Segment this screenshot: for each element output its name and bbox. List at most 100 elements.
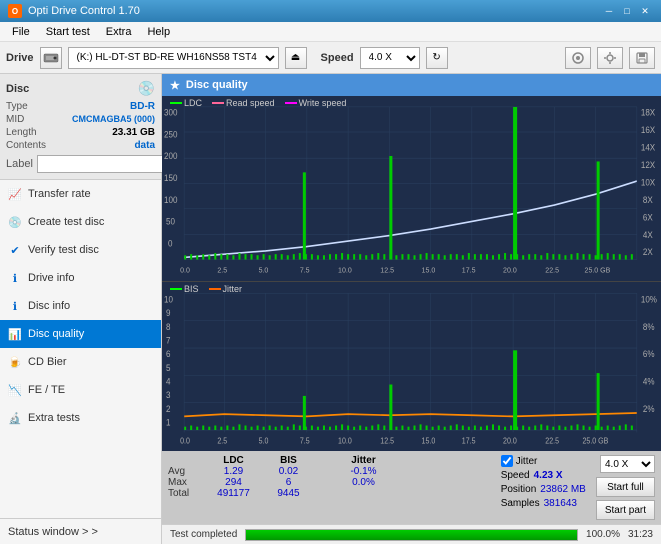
svg-text:2X: 2X [643, 247, 653, 257]
disc-type-row: Type BD-R [6, 101, 155, 112]
svg-text:150: 150 [164, 173, 178, 183]
disc-contents-value: data [134, 140, 155, 151]
sidebar-item-verify-test-disc[interactable]: ✔ Verify test disc [0, 236, 161, 264]
svg-text:7.5: 7.5 [300, 265, 310, 274]
svg-text:7.5: 7.5 [300, 437, 310, 447]
svg-text:4X: 4X [643, 229, 653, 239]
drive-label: Drive [6, 52, 34, 64]
speed-value: 4.23 X [534, 470, 563, 481]
menu-bar: File Start test Extra Help [0, 22, 661, 42]
svg-text:16X: 16X [641, 125, 656, 135]
position-value: 23862 MB [540, 484, 586, 495]
sidebar-item-disc-quality[interactable]: 📊 Disc quality [0, 320, 161, 348]
status-window-button[interactable]: Status window > > [0, 518, 161, 544]
drive-icon [40, 47, 62, 69]
sidebar-item-cd-bier[interactable]: 🍺 CD Bier [0, 348, 161, 376]
sidebar-item-disc-info[interactable]: ℹ Disc info [0, 292, 161, 320]
start-part-button[interactable]: Start part [596, 500, 655, 520]
verify-test-disc-label: Verify test disc [28, 244, 99, 256]
stats-max-row: Max 294 6 0.0% [168, 477, 391, 488]
sidebar: Disc 💿 Type BD-R MID CMCMAGBA5 (000) Len… [0, 74, 162, 544]
sidebar-item-fe-te[interactable]: 📉 FE / TE [0, 376, 161, 404]
title-bar-left: O Opti Drive Control 1.70 [8, 4, 140, 18]
svg-text:2.5: 2.5 [217, 265, 227, 274]
maximize-button[interactable]: □ [619, 4, 635, 18]
transfer-rate-label: Transfer rate [28, 188, 91, 200]
progress-bar-container [245, 529, 578, 541]
speed-label: Speed [501, 470, 530, 481]
svg-text:50: 50 [166, 216, 175, 226]
svg-text:8%: 8% [643, 322, 655, 333]
menu-extra[interactable]: Extra [98, 24, 140, 40]
sidebar-item-transfer-rate[interactable]: 📈 Transfer rate [0, 180, 161, 208]
stats-header-row: LDC BIS Jitter [168, 455, 391, 466]
svg-text:200: 200 [164, 151, 178, 161]
menu-start-test[interactable]: Start test [38, 24, 98, 40]
drive-info-icon: ℹ [8, 271, 22, 285]
fe-te-label: FE / TE [28, 384, 65, 396]
chart2: BIS Jitter 10 9 8 7 6 5 4 3 2 [162, 282, 661, 451]
jitter-checkbox[interactable] [501, 455, 513, 467]
svg-text:2: 2 [166, 404, 171, 415]
chart2-svg: 10 9 8 7 6 5 4 3 2 1 10% 8% 6% 4% 2% [162, 282, 661, 451]
disc-length-row: Length 23.31 GB [6, 127, 155, 138]
chart1-legend: LDC Read speed Write speed [170, 98, 346, 108]
stats-center: Jitter Speed 4.23 X Position 23862 MB Sa… [495, 455, 592, 520]
eject-button[interactable]: ⏏ [285, 47, 307, 69]
menu-help[interactable]: Help [139, 24, 178, 40]
svg-text:8: 8 [166, 322, 171, 333]
svg-text:6X: 6X [643, 212, 653, 222]
max-ldc: 294 [206, 477, 261, 488]
svg-text:250: 250 [164, 129, 178, 139]
disc-quality-icon: 📊 [8, 327, 22, 341]
cd-bier-icon: 🍺 [8, 355, 22, 369]
svg-text:15.0: 15.0 [422, 265, 436, 274]
avg-jitter: -0.1% [336, 466, 391, 477]
app-icon: O [8, 4, 22, 18]
refresh-button[interactable]: ↻ [426, 47, 448, 69]
disc-length-value: 23.31 GB [112, 127, 155, 138]
svg-text:5.0: 5.0 [259, 437, 269, 447]
svg-text:100: 100 [164, 195, 178, 205]
burn-button[interactable] [565, 47, 591, 69]
max-label: Max [168, 477, 206, 488]
extra-tests-icon: 🔬 [8, 411, 22, 425]
speed-select-stats[interactable]: 4.0 X [600, 455, 655, 473]
sidebar-item-extra-tests[interactable]: 🔬 Extra tests [0, 404, 161, 432]
menu-file[interactable]: File [4, 24, 38, 40]
verify-test-disc-icon: ✔ [8, 243, 22, 257]
ldc-col-header: LDC [206, 455, 261, 466]
svg-text:15.0: 15.0 [422, 437, 436, 447]
avg-bis: 0.02 [261, 466, 316, 477]
save-button[interactable] [629, 47, 655, 69]
total-ldc: 491177 [206, 488, 261, 499]
disc-info-label: Disc info [28, 300, 70, 312]
close-button[interactable]: ✕ [637, 4, 653, 18]
speed-select[interactable]: 4.0 X [360, 47, 420, 69]
samples-label: Samples [501, 498, 540, 509]
disc-label-input[interactable] [37, 155, 171, 173]
status-text: Test completed [170, 529, 237, 540]
sidebar-item-drive-info[interactable]: ℹ Drive info [0, 264, 161, 292]
svg-text:10X: 10X [641, 177, 656, 187]
title-bar-controls: ─ □ ✕ [601, 4, 653, 18]
disc-info-icon: ℹ [8, 299, 22, 313]
fe-te-icon: 📉 [8, 383, 22, 397]
speed-row: Speed 4.23 X [501, 470, 586, 481]
start-buttons: Start full Start part [596, 477, 655, 520]
svg-text:12X: 12X [641, 160, 656, 170]
sidebar-item-create-test-disc[interactable]: 💿 Create test disc [0, 208, 161, 236]
svg-text:8X: 8X [643, 195, 653, 205]
minimize-button[interactable]: ─ [601, 4, 617, 18]
settings-button[interactable] [597, 47, 623, 69]
svg-text:6: 6 [166, 349, 171, 360]
svg-text:5: 5 [166, 363, 171, 374]
chart2-legend: BIS Jitter [170, 284, 242, 294]
content-area: ★ Disc quality LDC Read speed Write spee… [162, 74, 661, 544]
svg-text:20.0: 20.0 [503, 437, 517, 447]
drive-select[interactable]: (K:) HL-DT-ST BD-RE WH16NS58 TST4 [68, 47, 279, 69]
disc-panel: Disc 💿 Type BD-R MID CMCMAGBA5 (000) Len… [0, 74, 161, 180]
disc-header: Disc 💿 [6, 80, 155, 97]
svg-text:10: 10 [164, 294, 173, 305]
start-full-button[interactable]: Start full [596, 477, 655, 497]
